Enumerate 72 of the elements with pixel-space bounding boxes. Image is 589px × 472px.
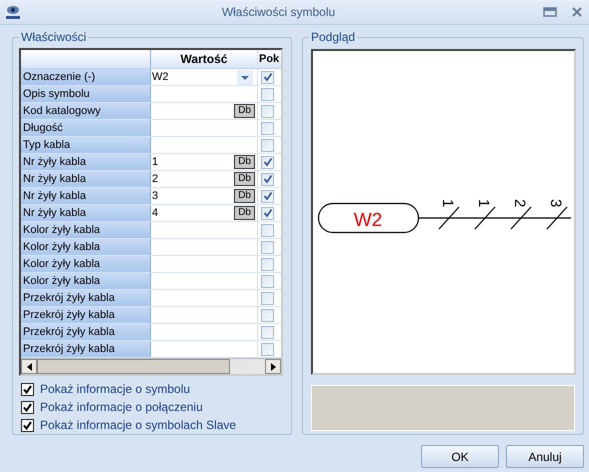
property-label: Przekrój żyły kabla (21, 324, 151, 340)
property-value[interactable]: W2 (151, 71, 237, 83)
property-label: Przekrój żyły kabla (21, 341, 151, 357)
database-button[interactable]: Db (234, 155, 255, 169)
show-checkbox[interactable] (261, 122, 274, 134)
window-title: Właściwości symbolu (220, 5, 336, 19)
show-checkbox[interactable] (261, 206, 274, 220)
database-button[interactable]: Db (234, 172, 255, 186)
show-checkbox[interactable] (261, 258, 274, 270)
scroll-left-button[interactable] (21, 359, 37, 374)
property-label: Nr żyły kabla (21, 171, 151, 187)
left-arrow-icon (26, 362, 32, 370)
checkbox-label[interactable]: Pokaż informacje o symbolach Slave (40, 418, 236, 432)
checkbox-label[interactable]: Pokaż informacje o symbolu (40, 382, 190, 396)
scroll-thumb[interactable] (37, 359, 230, 374)
horizontal-scrollbar[interactable] (21, 358, 281, 374)
property-label: Nr żyły kabla (21, 188, 151, 204)
show-checkbox[interactable] (261, 240, 274, 254)
show-checkbox[interactable] (261, 308, 274, 322)
app-icon (4, 3, 22, 21)
dialog-button[interactable]: OK (421, 445, 499, 468)
property-label: Kolor żyły kabla (21, 256, 151, 272)
dialog-button[interactable]: Anuluj (506, 445, 584, 468)
checkbox[interactable] (21, 418, 34, 432)
show-checkbox[interactable] (261, 292, 274, 304)
property-value[interactable]: 1 (151, 156, 234, 168)
property-value[interactable]: 2 (151, 173, 234, 185)
property-label: Opis symbolu (21, 86, 151, 102)
show-checkbox[interactable] (261, 172, 274, 186)
show-checkbox[interactable] (261, 138, 274, 152)
show-checkbox[interactable] (261, 104, 274, 118)
property-label: Kolor żyły kabla (21, 239, 151, 255)
show-checkbox[interactable] (261, 342, 274, 356)
symbol-label: W2 (354, 210, 382, 231)
wire-label: 2 (511, 199, 528, 208)
property-label: Oznaczenie (-) (21, 69, 151, 85)
wire-label: 1 (475, 199, 492, 208)
database-button[interactable]: Db (234, 189, 255, 203)
property-label: Kolor żyły kabla (21, 273, 151, 289)
scroll-right-button[interactable] (265, 359, 281, 374)
checkbox[interactable] (21, 400, 34, 414)
right-arrow-icon (270, 362, 276, 370)
show-checkbox[interactable] (261, 70, 274, 84)
group-title: Podgląd (309, 30, 358, 44)
property-label: Przekrój żyły kabla (21, 307, 151, 323)
database-button[interactable]: Db (234, 206, 255, 220)
column-header[interactable]: Pok (258, 50, 281, 68)
show-checkbox[interactable] (261, 88, 274, 100)
show-checkbox[interactable] (261, 274, 274, 288)
maximize-button[interactable] (543, 7, 557, 17)
property-label: Kod katalogowy (21, 103, 151, 119)
checkbox-label[interactable]: Pokaż informacje o połączeniu (40, 400, 203, 414)
property-value[interactable]: 3 (151, 190, 234, 202)
group-title: Właściwości (19, 30, 88, 44)
show-checkbox[interactable] (261, 224, 274, 236)
database-button[interactable]: Db (234, 104, 255, 118)
property-value[interactable]: 4 (151, 207, 234, 219)
dropdown-icon[interactable] (237, 70, 253, 84)
show-checkbox[interactable] (261, 190, 274, 202)
wire-label: 1 (439, 199, 456, 208)
property-label: Długość (21, 120, 151, 136)
show-checkbox[interactable] (261, 156, 274, 168)
property-label: Nr żyły kabla (21, 154, 151, 170)
property-label: Przekrój żyły kabla (21, 290, 151, 306)
property-label: Typ kabla (21, 137, 151, 153)
checkbox[interactable] (21, 382, 34, 396)
close-button[interactable] (571, 6, 583, 18)
show-checkbox[interactable] (261, 326, 274, 338)
property-label: Nr żyły kabla (21, 205, 151, 221)
property-label: Kolor żyły kabla (21, 222, 151, 238)
wire-label: 3 (547, 199, 564, 208)
column-header[interactable]: Wartość (151, 50, 258, 68)
